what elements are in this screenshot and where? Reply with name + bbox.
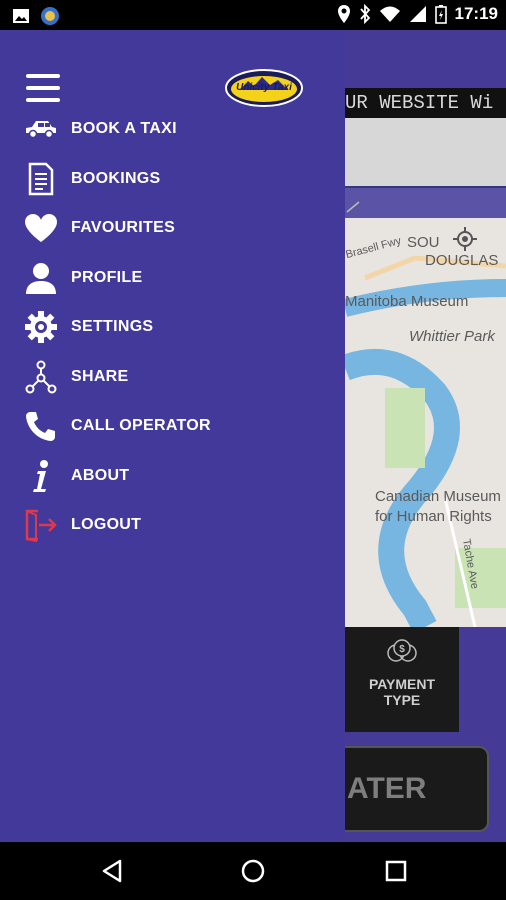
share-icon (22, 358, 60, 396)
menu-item-bookings[interactable]: BOOKINGS (0, 156, 345, 202)
gear-icon (22, 308, 60, 346)
book-later-button[interactable]: ATER (345, 746, 489, 832)
status-time: 17:19 (454, 4, 498, 23)
bluetooth-icon (359, 4, 370, 24)
signal-icon (409, 6, 426, 22)
app-icon (41, 7, 59, 25)
location-icon (337, 5, 350, 23)
user-icon (22, 259, 60, 297)
menu-item-book-a-taxi[interactable]: BOOK A TAXI (0, 106, 345, 152)
map-label-cmhr1: Canadian Museum (375, 488, 501, 505)
map-label-park: Whittier Park (409, 328, 495, 345)
map-label-area2: DOUGLAS (425, 252, 499, 269)
ticker-text: UR WEBSITE Wi (345, 88, 506, 118)
app-logo: Unicity Taxi (225, 69, 303, 107)
locate-icon[interactable] (452, 226, 478, 252)
menu-item-settings[interactable]: SETTINGS (0, 304, 345, 350)
map-label-area1: SOU (407, 234, 440, 251)
menu-item-profile[interactable]: PROFILE (0, 255, 345, 301)
navigation-drawer: Unicity Taxi BOOK A TAXI BOOKINGS FAVOUR… (0, 30, 345, 842)
menu-label-logout: LOGOUT (71, 516, 142, 533)
payment-label-1: PAYMENT (368, 676, 436, 692)
menu-label-share: SHARE (71, 368, 129, 385)
menu-label-call-operator: CALL OPERATOR (71, 417, 211, 434)
wifi-icon (379, 6, 400, 22)
logout-icon (22, 506, 60, 544)
heart-icon (22, 209, 60, 247)
menu-item-share[interactable]: SHARE (0, 354, 345, 400)
info-icon (22, 457, 60, 495)
route-strip (345, 186, 506, 218)
menu-label-bookings: BOOKINGS (71, 170, 161, 187)
phone-icon (22, 407, 60, 445)
status-bar: 17:19 (0, 0, 506, 30)
svg-text:$: $ (399, 644, 405, 655)
map-view[interactable]: Brasell Fwy SOU DOUGLAS Manitoba Museum … (345, 218, 506, 627)
document-icon (22, 160, 60, 198)
menu-label-profile: PROFILE (71, 269, 143, 286)
search-area[interactable] (345, 118, 506, 186)
payment-label-2: TYPE (383, 692, 421, 708)
menu-label-favourites: FAVOURITES (71, 219, 176, 236)
image-icon (13, 9, 29, 23)
home-icon[interactable] (238, 856, 268, 886)
back-icon[interactable] (98, 856, 128, 886)
menu-label-settings: SETTINGS (71, 318, 154, 335)
menu-item-about[interactable]: ABOUT (0, 453, 345, 499)
menu-label-book-a-taxi: BOOK A TAXI (71, 120, 177, 137)
logo-text: Unicity Taxi (236, 82, 292, 93)
map-label-museum: Manitoba Museum (345, 293, 469, 310)
menu-item-call-operator[interactable]: CALL OPERATOR (0, 403, 345, 449)
car-icon (22, 110, 60, 148)
later-label: ATER (347, 772, 427, 805)
menu-item-favourites[interactable]: FAVOURITES (0, 205, 345, 251)
recents-icon[interactable] (381, 856, 411, 886)
menu-label-about: ABOUT (71, 467, 130, 484)
system-nav-bar (0, 842, 506, 900)
menu-icon[interactable] (26, 74, 60, 104)
coins-icon: $ (387, 639, 417, 662)
map-label-cmhr2: for Human Rights (375, 508, 492, 525)
payment-type-button[interactable]: $ PAYMENT TYPE (345, 627, 459, 732)
menu-item-logout[interactable]: LOGOUT (0, 502, 345, 548)
battery-icon (434, 5, 447, 24)
